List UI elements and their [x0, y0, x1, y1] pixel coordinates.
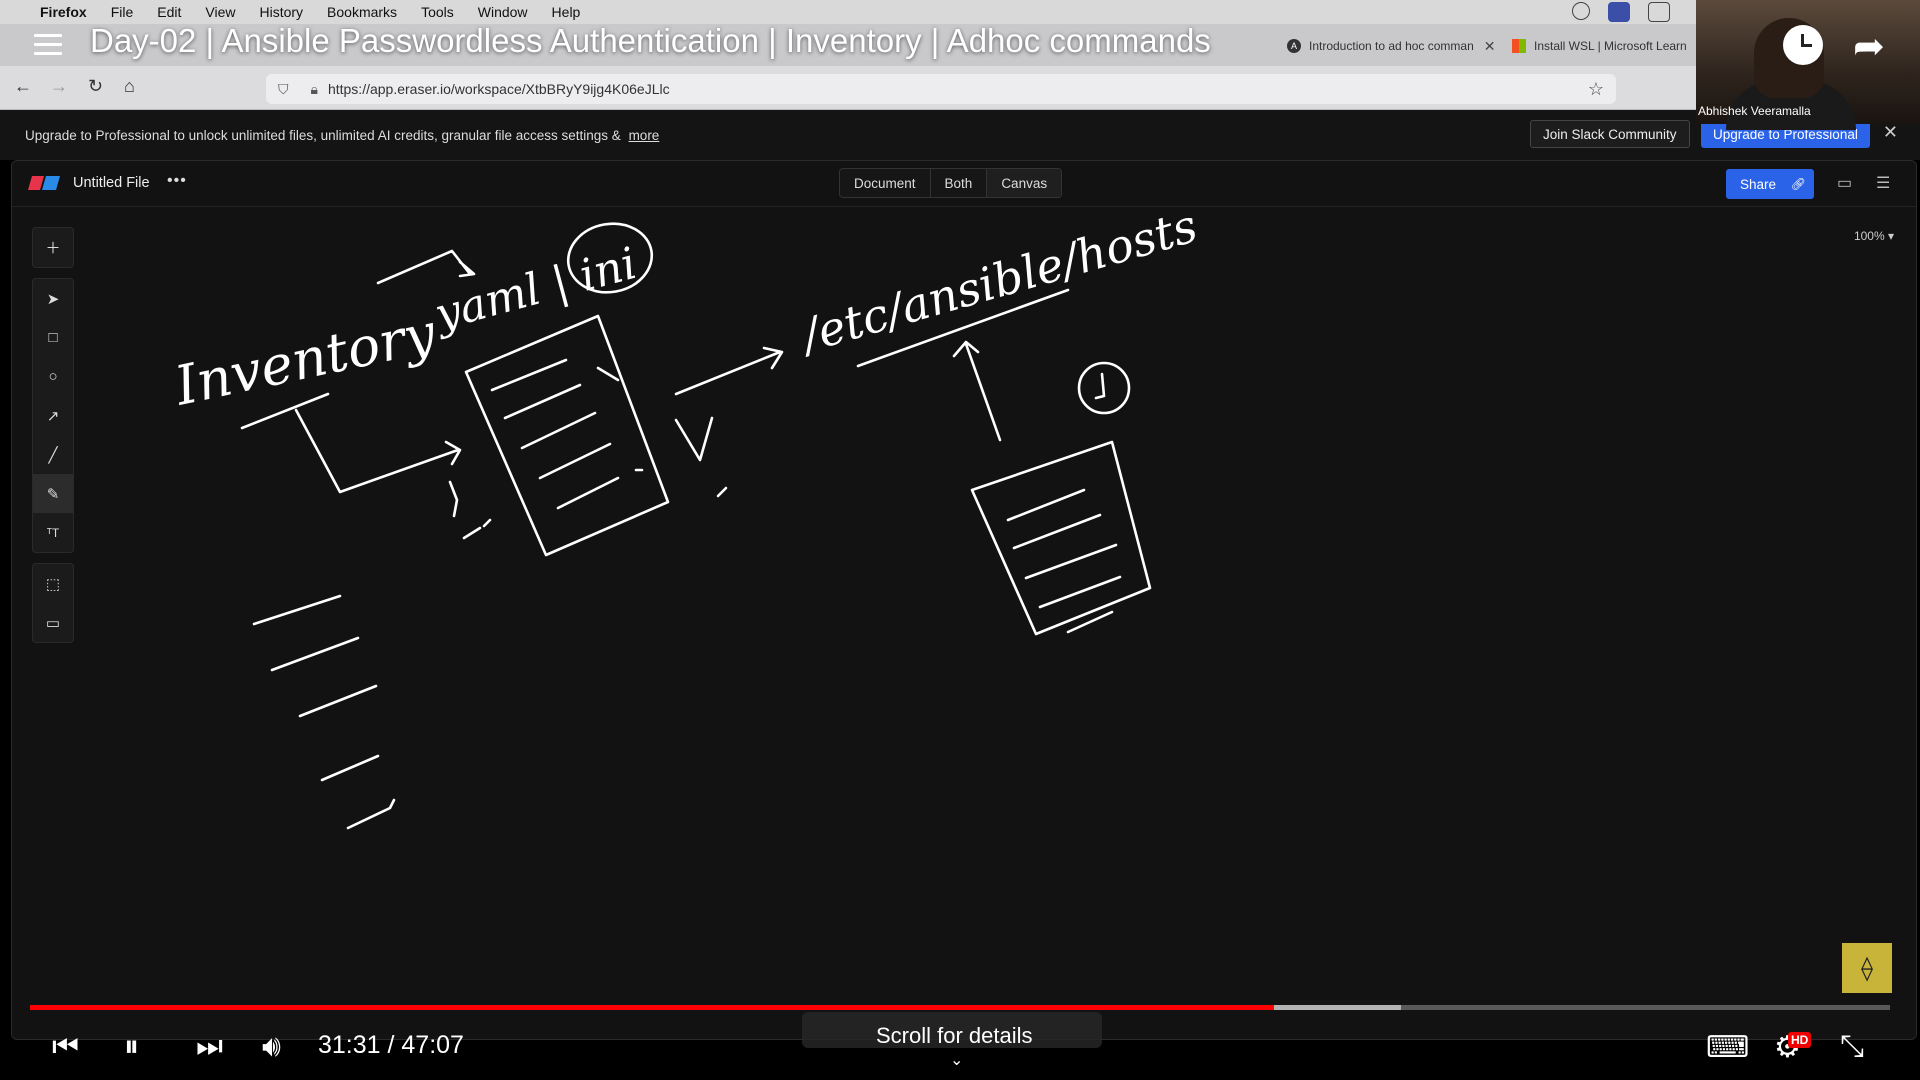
- subtitles-icon[interactable]: ⌨: [1706, 1030, 1749, 1065]
- playlist-menu-icon[interactable]: [34, 34, 62, 61]
- presenter-name: Abhishek Veeramalla: [1698, 104, 1811, 118]
- volume-icon[interactable]: 🔊︎: [262, 1030, 281, 1064]
- document-one: [464, 314, 670, 557]
- hosts-path-label: /etc/ansible/hosts: [792, 198, 1203, 363]
- arrow-to-hosts-path: [674, 346, 784, 396]
- document-two: [970, 440, 1152, 636]
- share-arrow-icon[interactable]: ➦: [1853, 24, 1885, 69]
- bent-arrow: [294, 408, 462, 494]
- up-arrow: [952, 340, 1002, 442]
- pause-icon[interactable]: ⏸: [124, 1030, 139, 1064]
- arrow-to-yaml: [376, 249, 476, 285]
- inventory-label: Inventory: [169, 301, 443, 418]
- hd-badge: HD: [1788, 1032, 1812, 1048]
- previous-icon[interactable]: ⏮: [52, 1030, 79, 1064]
- played-bar: [30, 1005, 1275, 1010]
- check-mark-one: [448, 480, 492, 540]
- channel-watermark-icon[interactable]: ⟠: [1842, 943, 1892, 993]
- formats-label: yaml | ini: [428, 238, 642, 341]
- freehand-drawing: Inventory yaml | ini /etc/ansible/hosts: [169, 198, 1203, 830]
- watch-later-icon[interactable]: [1783, 25, 1823, 65]
- scroll-hint[interactable]: Scroll for details: [876, 1023, 1033, 1049]
- next-icon[interactable]: ⏭: [196, 1030, 223, 1064]
- document-one-lines: [490, 358, 620, 510]
- check-circle-mark: [1094, 372, 1106, 400]
- chevron-down-icon[interactable]: ⌄: [950, 1050, 963, 1070]
- video-progress-bar[interactable]: [30, 1005, 1890, 1010]
- list-strokes: [252, 594, 396, 830]
- time-display: 31:31 / 47:07: [318, 1031, 464, 1059]
- video-title[interactable]: Day-02 | Ansible Passwordless Authentica…: [90, 22, 1211, 60]
- exit-fullscreen-icon[interactable]: ⤡: [1840, 1030, 1864, 1064]
- check-mark-two: [674, 416, 728, 498]
